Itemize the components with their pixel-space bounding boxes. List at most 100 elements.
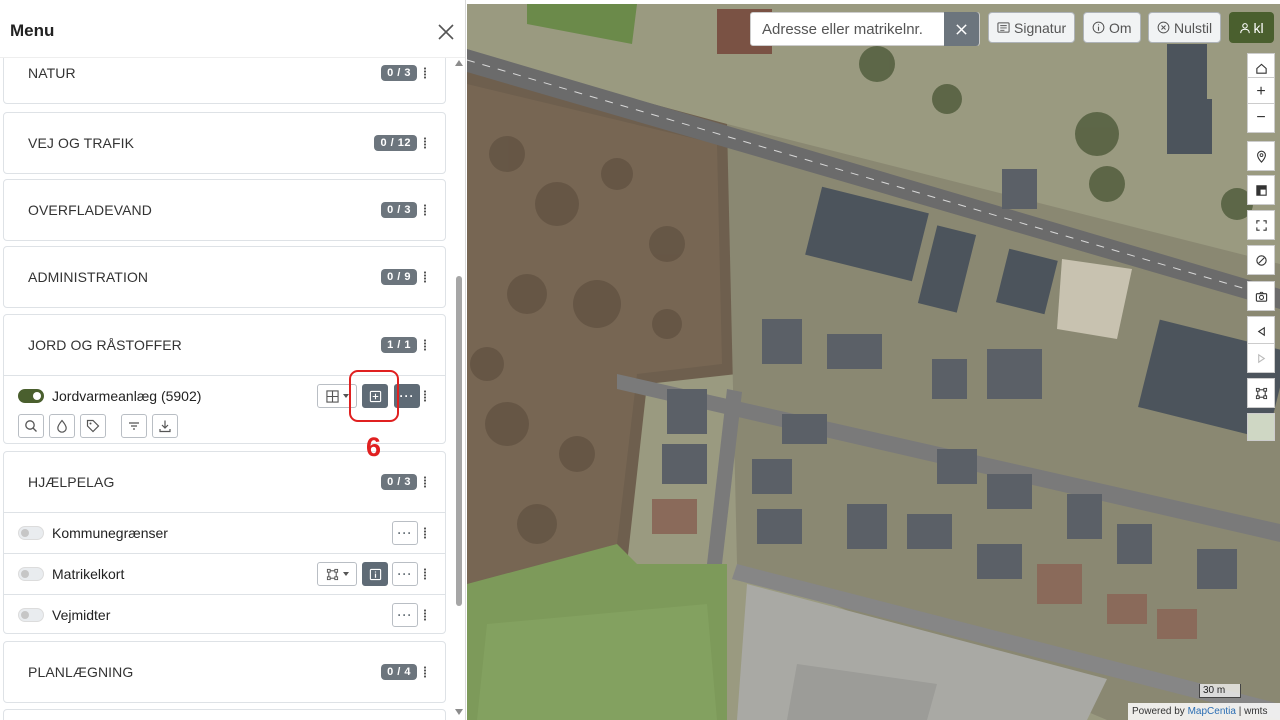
nulstil-button[interactable]: Nulstil (1148, 12, 1222, 43)
map-view[interactable] (467, 4, 1280, 720)
more-options-button[interactable]: ··· (392, 603, 418, 627)
section-title: ADMINISTRATION (28, 269, 149, 285)
drag-handle-icon[interactable] (423, 527, 427, 539)
add-feature-button[interactable] (362, 384, 388, 408)
vertices-icon (326, 568, 338, 580)
droplet-icon (57, 419, 67, 433)
annotation-number: 6 (366, 432, 382, 462)
close-icon (438, 24, 454, 40)
fullscreen-button[interactable] (1247, 210, 1275, 240)
info-icon (1092, 21, 1105, 34)
grid-icon (325, 389, 339, 403)
section-vej-og-trafik[interactable]: VEJ OG TRAFIK 0 / 12 (3, 112, 446, 174)
vertices-icon (1255, 387, 1267, 399)
zoom-in-label: + (1256, 83, 1266, 100)
close-icon (956, 23, 967, 35)
plus-square-icon (369, 390, 381, 402)
layer-toggle[interactable] (18, 526, 44, 540)
section-planlaegning[interactable]: PLANLÆGNING 0 / 4 (3, 641, 446, 703)
info-square-icon (369, 568, 381, 580)
info-button[interactable] (362, 562, 388, 586)
layer-row-matrikelkort: Matrikelkort ··· (4, 553, 445, 594)
location-pin-icon (1256, 150, 1266, 163)
scroll-thumb[interactable] (456, 276, 462, 606)
section-overfladevand[interactable]: OVERFLADEVAND 0 / 3 (3, 179, 446, 241)
scroll-down-arrow-icon[interactable] (455, 709, 463, 715)
user-icon (1240, 22, 1251, 33)
user-button[interactable]: kl (1229, 12, 1274, 43)
layer-count-badge: 0 / 3 (381, 474, 417, 490)
section-administration[interactable]: ADMINISTRATION 0 / 9 (3, 246, 446, 308)
section-title: HJÆLPELAG (28, 474, 115, 490)
om-button[interactable]: Om (1083, 12, 1141, 43)
baselayer-button[interactable] (1247, 175, 1275, 205)
location-button[interactable] (1247, 141, 1275, 171)
download-button[interactable] (152, 414, 178, 438)
layer-toggle[interactable] (18, 567, 44, 581)
style-dropdown-button[interactable] (317, 384, 357, 408)
layer-name: Matrikelkort (52, 566, 125, 582)
download-icon (159, 420, 171, 433)
section-title: NATUR (28, 65, 76, 81)
drag-handle-icon[interactable] (423, 271, 427, 283)
more-label: ··· (399, 389, 415, 403)
drag-handle-icon[interactable] (423, 390, 427, 402)
edit-tools-dropdown-button[interactable] (317, 562, 357, 586)
section-title: JORD OG RÅSTOFFER (28, 337, 182, 353)
layer-count-badge: 1 / 1 (381, 337, 417, 353)
drag-handle-icon[interactable] (423, 339, 427, 351)
address-search-input[interactable] (751, 13, 947, 45)
history-back-button[interactable] (1247, 316, 1275, 346)
section-natur[interactable]: NATUR 0 / 3 (3, 58, 446, 104)
drag-handle-icon[interactable] (423, 137, 427, 149)
filter-button[interactable] (121, 414, 147, 438)
triangle-left-icon (1257, 326, 1265, 336)
layer-name: Jordvarmeanlæg (5902) (52, 388, 202, 404)
clear-map-button[interactable] (1247, 245, 1275, 275)
labels-button[interactable] (80, 414, 106, 438)
signatur-button[interactable]: Signatur (988, 12, 1076, 43)
draw-button[interactable] (1247, 378, 1275, 408)
layers-icon (1255, 184, 1267, 196)
drag-handle-icon[interactable] (423, 666, 427, 678)
screenshot-button[interactable] (1247, 281, 1275, 311)
clear-search-button[interactable] (944, 12, 979, 46)
sidebar-scrollbar[interactable] (452, 58, 465, 720)
nulstil-label: Nulstil (1174, 19, 1213, 36)
more-options-button[interactable]: ··· (392, 562, 418, 586)
section-jord-og-rastoffer: JORD OG RÅSTOFFER 1 / 1 Jordvarmeanlæg (… (3, 314, 446, 444)
scroll-up-arrow-icon[interactable] (455, 60, 463, 66)
om-label: Om (1109, 19, 1132, 36)
section-header[interactable]: JORD OG RÅSTOFFER 1 / 1 (4, 315, 445, 375)
user-label: kl (1253, 19, 1264, 36)
drag-handle-icon[interactable] (423, 609, 427, 621)
drag-handle-icon[interactable] (423, 568, 427, 580)
layer-list: NATUR 0 / 3 VEJ OG TRAFIK 0 / 12 OVERFLA… (0, 58, 465, 720)
drag-handle-icon[interactable] (423, 67, 427, 79)
attribution-brand-link[interactable]: MapCentia (1188, 706, 1236, 717)
signatur-label: Signatur (1014, 19, 1067, 36)
more-options-button[interactable]: ··· (392, 521, 418, 545)
layer-count-badge: 0 / 3 (381, 202, 417, 218)
zoom-out-label: − (1256, 109, 1266, 126)
layer-toggle[interactable] (18, 608, 44, 622)
search-layer-button[interactable] (18, 414, 44, 438)
more-options-button[interactable]: ··· (394, 384, 420, 408)
layer-row-kommunegraenser: Kommunegrænser ··· (4, 512, 445, 553)
more-label: ··· (397, 526, 413, 540)
close-menu-button[interactable] (434, 20, 458, 44)
overview-map-button[interactable] (1247, 413, 1275, 441)
tag-icon (86, 419, 100, 433)
history-forward-button[interactable] (1247, 343, 1275, 373)
opacity-button[interactable] (49, 414, 75, 438)
sidebar-title: Menu (10, 21, 55, 40)
section-next[interactable] (3, 709, 446, 720)
drag-handle-icon[interactable] (423, 204, 427, 216)
layer-toggle[interactable] (18, 389, 44, 403)
section-hjaelpelag: HJÆLPELAG 0 / 3 Kommunegrænser ··· Matri… (3, 451, 446, 634)
section-title: PLANLÆGNING (28, 664, 134, 680)
zoom-out-button[interactable]: − (1247, 103, 1275, 133)
drag-handle-icon[interactable] (423, 476, 427, 488)
sidebar-menu: Menu NATUR 0 / 3 VEJ OG TRAFIK 0 / 12 OV… (0, 0, 466, 720)
caret-down-icon (342, 394, 349, 398)
